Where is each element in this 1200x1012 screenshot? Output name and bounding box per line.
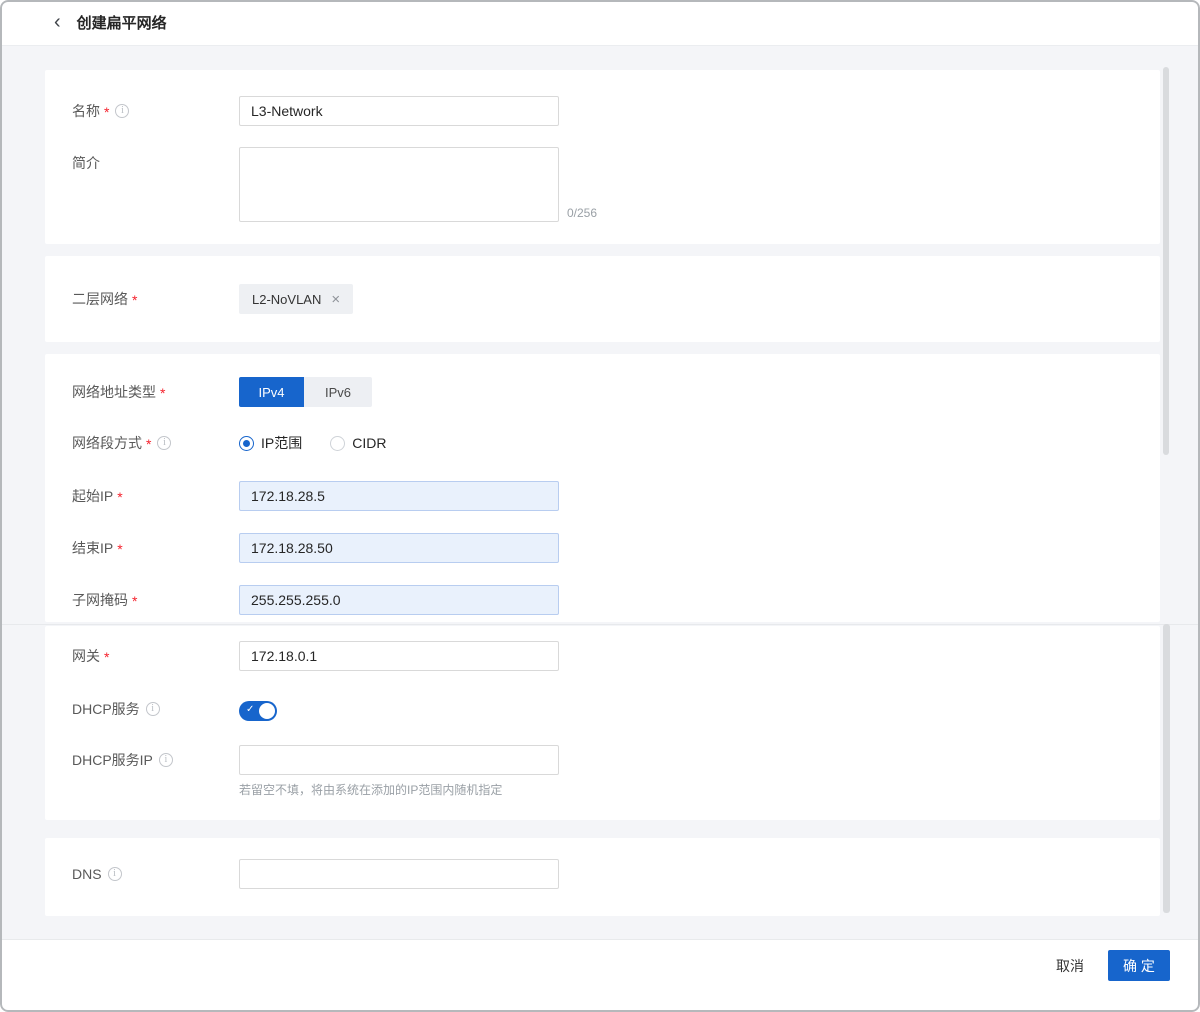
check-icon: ✓ <box>246 704 254 715</box>
description-label: 简介 <box>72 148 100 178</box>
dns-label: DNS i <box>72 859 122 889</box>
scrollbar-thumb-lower[interactable] <box>1163 624 1170 913</box>
dialog-footer: 取消 确 定 <box>0 939 1200 1012</box>
char-counter: 0/256 <box>567 206 597 220</box>
required-asterisk: * <box>104 104 109 120</box>
segment-mode-label-text: 网络段方式 <box>72 433 142 453</box>
radio-option-cidr[interactable]: CIDR <box>330 435 386 451</box>
address-type-label-text: 网络地址类型 <box>72 382 156 402</box>
required-asterisk: * <box>104 649 109 665</box>
page-title: 创建扁平网络 <box>77 12 167 33</box>
dhcp-ip-hint: 若留空不填，将由系统在添加的IP范围内随机指定 <box>239 781 502 798</box>
scrollbar-thumb-upper[interactable] <box>1163 67 1169 455</box>
netmask-label: 子网掩码 * <box>72 585 137 615</box>
required-asterisk: * <box>146 436 151 452</box>
name-label: 名称 * i <box>72 96 129 126</box>
radio-unchecked-icon <box>330 436 345 451</box>
segment-mode-label: 网络段方式 * i <box>72 428 171 458</box>
info-icon[interactable]: i <box>115 104 129 118</box>
gateway-label-text: 网关 <box>72 646 100 666</box>
required-asterisk: * <box>117 541 122 557</box>
l2-network-label-text: 二层网络 <box>72 289 128 309</box>
info-icon[interactable]: i <box>157 436 171 450</box>
remove-tag-icon[interactable]: × <box>331 292 340 307</box>
dhcp-toggle-on[interactable]: ✓ <box>239 701 277 721</box>
segment-mode-radio-group: IP范围 CIDR <box>239 428 386 458</box>
start-ip-input[interactable] <box>239 481 559 511</box>
end-ip-input[interactable] <box>239 533 559 563</box>
start-ip-label-text: 起始IP <box>72 486 113 506</box>
radio-checked-icon <box>239 436 254 451</box>
card-basic-info <box>45 70 1160 244</box>
required-asterisk: * <box>160 385 165 401</box>
required-asterisk: * <box>132 292 137 308</box>
radio-label: IP范围 <box>261 433 302 453</box>
required-asterisk: * <box>117 489 122 505</box>
gateway-input[interactable] <box>239 641 559 671</box>
dhcp-ip-label-text: DHCP服务IP <box>72 750 153 770</box>
description-label-text: 简介 <box>72 153 100 173</box>
toggle-knob <box>259 703 275 719</box>
card-dns <box>45 838 1160 916</box>
l2-network-tag-label: L2-NoVLAN <box>252 292 321 307</box>
create-flat-network-dialog: ‹ 创建扁平网络 名称 * i 简介 0/256 二层网络 * L2-NoVLA… <box>0 0 1200 1012</box>
dhcp-label-text: DHCP服务 <box>72 699 140 719</box>
radio-label: CIDR <box>352 435 386 451</box>
dialog-header: ‹ 创建扁平网络 <box>0 0 1200 46</box>
dns-label-text: DNS <box>72 866 102 882</box>
dns-input[interactable] <box>239 859 559 889</box>
info-icon[interactable]: i <box>159 753 173 767</box>
dhcp-ip-label: DHCP服务IP i <box>72 745 173 775</box>
name-label-text: 名称 <box>72 101 100 121</box>
cancel-button[interactable]: 取消 <box>1042 950 1098 981</box>
gateway-label: 网关 * <box>72 641 109 671</box>
required-asterisk: * <box>132 593 137 609</box>
address-type-label: 网络地址类型 * <box>72 377 165 407</box>
info-icon[interactable]: i <box>146 702 160 716</box>
card-network-settings-upper <box>45 354 1160 622</box>
dhcp-ip-input[interactable] <box>239 745 559 775</box>
scroll-region-divider <box>0 624 1200 625</box>
netmask-label-text: 子网掩码 <box>72 590 128 610</box>
radio-option-ip-range[interactable]: IP范围 <box>239 433 302 453</box>
ipv6-option-button[interactable]: IPv6 <box>304 377 372 407</box>
confirm-button[interactable]: 确 定 <box>1108 950 1170 981</box>
l2-network-tag[interactable]: L2-NoVLAN × <box>239 284 353 314</box>
end-ip-label-text: 结束IP <box>72 538 113 558</box>
info-icon[interactable]: i <box>108 867 122 881</box>
start-ip-label: 起始IP * <box>72 481 123 511</box>
name-input[interactable] <box>239 96 559 126</box>
dhcp-label: DHCP服务 i <box>72 694 160 724</box>
netmask-input[interactable] <box>239 585 559 615</box>
end-ip-label: 结束IP * <box>72 533 123 563</box>
card-l2-network <box>45 256 1160 342</box>
back-icon[interactable]: ‹ <box>50 12 65 32</box>
l2-network-label: 二层网络 * <box>72 284 137 314</box>
ipv4-option-button[interactable]: IPv4 <box>239 377 304 407</box>
description-textarea[interactable] <box>239 147 559 222</box>
card-network-settings-lower <box>45 626 1160 820</box>
